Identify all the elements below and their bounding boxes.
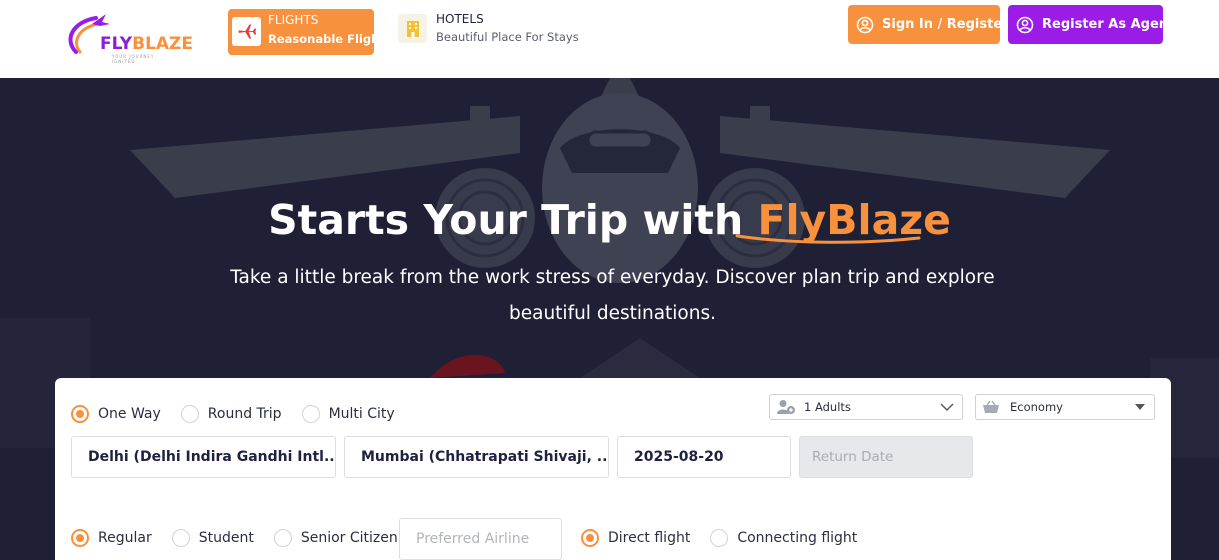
depart-date-field[interactable]: 2025-08-20 bbox=[617, 436, 791, 478]
travellers-value: 1 Adults bbox=[804, 400, 851, 414]
caret-down-icon bbox=[1135, 404, 1145, 410]
cabin-class-value: Economy bbox=[1010, 400, 1063, 414]
flight-search-card: One Way Round Trip Multi City 1 Adults E… bbox=[55, 378, 1171, 560]
flight-type-group: Direct flight Connecting flight bbox=[581, 529, 877, 547]
trip-type-group: One Way Round Trip Multi City bbox=[71, 405, 415, 423]
tab-hotels-title: HOTELS bbox=[436, 12, 484, 26]
register-as-agent-label: Register As Agent bbox=[1042, 17, 1175, 32]
airplane-icon bbox=[232, 17, 261, 46]
radio-connecting-flight[interactable]: Connecting flight bbox=[710, 529, 857, 547]
top-header: FLYBLAZE YOUR JOURNEY, IGNITED FLIGHTS R… bbox=[0, 0, 1219, 78]
chevron-down-icon bbox=[940, 403, 954, 411]
radio-regular[interactable]: Regular bbox=[71, 529, 152, 547]
tab-flights-subtitle: Reasonable Flights bbox=[268, 32, 392, 46]
radio-student[interactable]: Student bbox=[171, 529, 254, 547]
radio-multi-city[interactable]: Multi City bbox=[301, 405, 395, 423]
user-add-icon bbox=[776, 399, 796, 415]
radio-senior-citizen[interactable]: Senior Citizen bbox=[273, 529, 398, 547]
from-city-field[interactable]: Delhi (Delhi Indira Gandhi Intl... bbox=[71, 436, 336, 478]
radio-one-way[interactable]: One Way bbox=[71, 405, 161, 423]
logo-wordmark: FLYBLAZE bbox=[100, 34, 193, 54]
return-date-field[interactable]: Return Date bbox=[799, 436, 973, 478]
logo-tagline: YOUR JOURNEY, IGNITED bbox=[112, 54, 157, 64]
tab-flights[interactable]: FLIGHTS Reasonable Flights bbox=[228, 9, 392, 55]
sign-in-register-label: Sign In / Register bbox=[882, 17, 1009, 32]
sign-in-register-button[interactable]: Sign In / Register bbox=[848, 5, 1009, 44]
fare-type-group: Regular Student Senior Citizen bbox=[71, 529, 418, 547]
user-circle-icon bbox=[1016, 16, 1034, 34]
radio-direct-flight[interactable]: Direct flight bbox=[581, 529, 690, 547]
flyblaze-logo[interactable]: FLYBLAZE YOUR JOURNEY, IGNITED bbox=[62, 12, 193, 64]
tab-flights-title: FLIGHTS bbox=[268, 13, 319, 27]
accent-underline-icon bbox=[735, 234, 921, 244]
basket-icon bbox=[982, 399, 1002, 415]
user-circle-icon bbox=[856, 16, 874, 34]
tab-hotels-subtitle: Beautiful Place For Stays bbox=[436, 30, 579, 44]
radio-round-trip[interactable]: Round Trip bbox=[180, 405, 282, 423]
travellers-select[interactable]: 1 Adults bbox=[769, 394, 963, 420]
register-as-agent-button[interactable]: Register As Agent bbox=[1008, 5, 1174, 44]
hero-title: Starts Your Trip with FlyBlaze bbox=[268, 196, 951, 244]
hotel-icon bbox=[398, 14, 427, 43]
to-city-field[interactable]: Mumbai (Chhatrapati Shivaji, ... bbox=[344, 436, 609, 478]
preferred-airline-input[interactable]: Preferred Airline bbox=[399, 518, 562, 560]
tab-hotels[interactable]: HOTELS Beautiful Place For Stays bbox=[396, 9, 586, 55]
cabin-class-select[interactable]: Economy bbox=[975, 394, 1155, 420]
hero-subtitle: Take a little break from the work stress… bbox=[230, 267, 995, 324]
